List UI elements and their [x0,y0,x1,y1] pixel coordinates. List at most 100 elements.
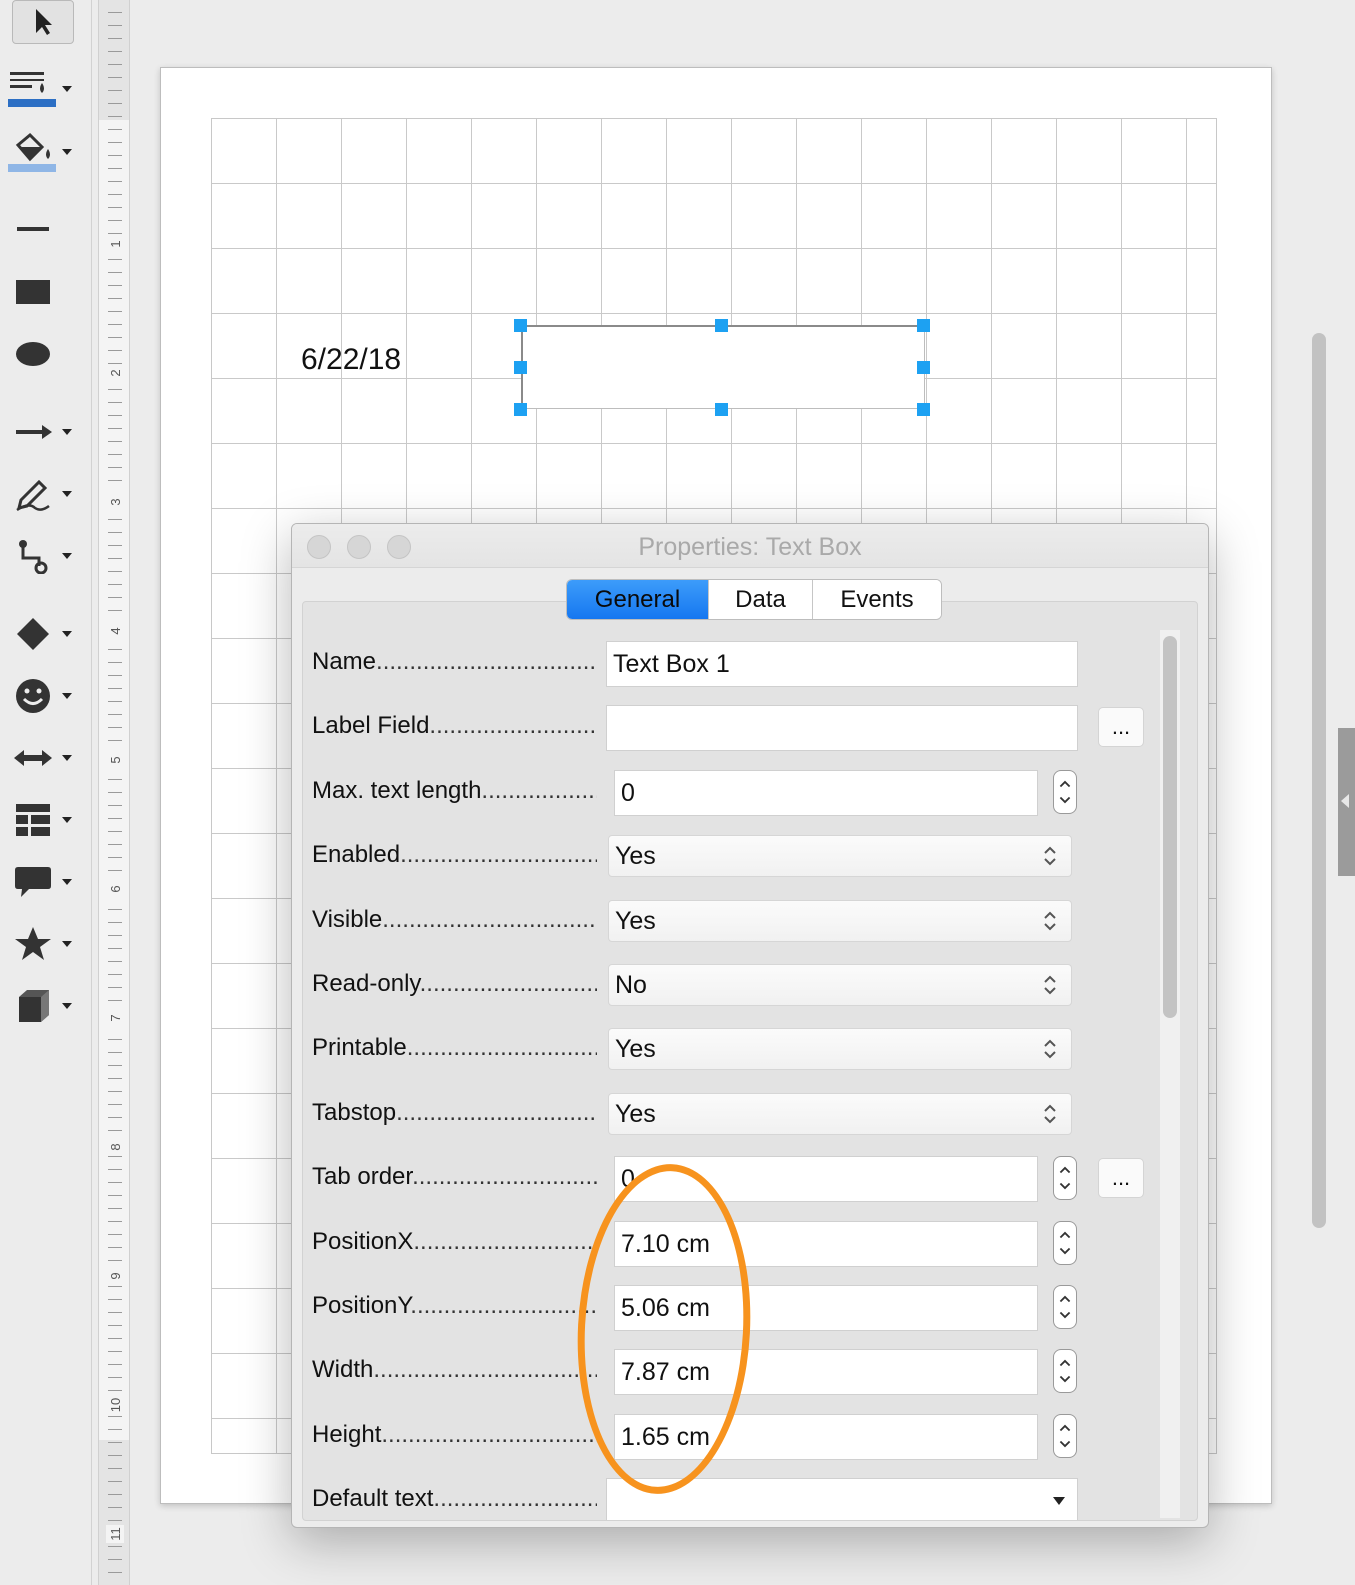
chevron-down-icon[interactable] [62,553,72,559]
selected-text-box[interactable] [521,325,925,409]
label-field-input[interactable] [606,705,1078,751]
width-stepper[interactable] [1053,1349,1077,1393]
property-row-printable: Printable Yes [303,1024,1183,1074]
tab-order-input[interactable]: 0 [614,1156,1038,1202]
chevron-updown-icon [1043,1103,1057,1125]
chevron-down-icon[interactable] [62,879,72,885]
positiony-stepper[interactable] [1053,1285,1077,1329]
connector-tool[interactable] [8,534,78,578]
chevron-down-icon[interactable] [62,941,72,947]
property-label: Tabstop [312,1099,597,1129]
read-only-select[interactable]: No [608,964,1072,1006]
resize-handle-bottom[interactable] [715,403,728,416]
select-tool[interactable] [8,0,78,44]
callouts-tool[interactable] [8,860,78,904]
property-row-read-only: Read-only No [303,960,1183,1010]
document-scrollbar[interactable] [1312,333,1326,1228]
property-row-visible: Visible Yes [303,896,1183,946]
flowchart-tool[interactable] [8,798,78,842]
ruler-number: 2 [106,364,124,382]
chevron-down-icon[interactable] [62,817,72,823]
freeform-tool[interactable] [8,472,78,516]
smiley-icon [8,674,58,718]
chevron-down-icon[interactable] [1053,1497,1065,1505]
enabled-select[interactable]: Yes [608,835,1072,877]
date-field[interactable]: 6/22/18 [301,343,401,377]
default-text-input[interactable] [606,1478,1078,1520]
tabstop-select[interactable]: Yes [608,1093,1072,1135]
property-label: Width [312,1356,597,1386]
input-value: 7.10 cm [621,1229,710,1258]
drawing-toolbar [0,0,92,1585]
resize-handle-bottom-right[interactable] [917,403,930,416]
line-tool[interactable] [8,207,78,251]
chevron-down-icon[interactable] [62,755,72,761]
height-stepper[interactable] [1053,1414,1077,1458]
chevron-down-icon[interactable] [62,1003,72,1009]
basic-shapes-tool[interactable] [8,612,78,656]
double-arrow-icon [8,736,58,780]
max-text-length-input[interactable]: 0 [614,770,1038,816]
property-label-text: Visible [312,906,383,933]
property-label: Max. text length [312,777,597,807]
visible-select[interactable]: Yes [608,900,1072,942]
chevron-down-icon[interactable] [62,429,72,435]
fill-color-tool[interactable] [8,130,78,174]
panel-scroll-thumb[interactable] [1163,636,1177,1018]
tab-order-more-button[interactable]: ... [1098,1158,1144,1198]
printable-select[interactable]: Yes [608,1028,1072,1070]
chevron-down-icon[interactable] [62,693,72,699]
chevron-down-icon[interactable] [62,149,72,155]
fill-color-icon [8,130,58,174]
tab-order-stepper[interactable] [1053,1156,1077,1200]
tab-events[interactable]: Events [813,580,941,619]
3d-objects-tool[interactable] [8,984,78,1028]
block-arrows-tool[interactable] [8,736,78,780]
table-icon [8,798,58,842]
resize-handle-top[interactable] [715,319,728,332]
line-color-tool[interactable] [8,67,78,111]
width-input[interactable]: 7.87 cm [614,1349,1038,1395]
property-label: Height [312,1421,597,1451]
positionx-input[interactable]: 7.10 cm [614,1221,1038,1267]
chevron-down-icon[interactable] [62,86,72,92]
resize-handle-left[interactable] [514,361,527,374]
positionx-stepper[interactable] [1053,1221,1077,1265]
resize-handle-bottom-left[interactable] [514,403,527,416]
max-text-length-stepper[interactable] [1053,770,1077,814]
property-label-text: Default text [312,1485,434,1512]
property-label: Enabled [312,841,597,871]
dialog-titlebar[interactable]: Properties: Text Box [292,524,1208,568]
positiony-input[interactable]: 5.06 cm [614,1285,1038,1331]
rectangle-tool[interactable] [8,270,78,314]
property-label: Name [312,648,597,678]
property-label-text: Tab order [312,1163,413,1190]
property-row-enabled: Enabled Yes [303,831,1183,881]
chevron-down-icon[interactable] [62,491,72,497]
property-label-text: Printable [312,1034,407,1061]
ruler-number: 11 [106,1525,124,1543]
arrow-line-tool[interactable] [8,410,78,454]
resize-handle-top-right[interactable] [917,319,930,332]
resize-handle-top-left[interactable] [514,319,527,332]
tab-general[interactable]: General [567,580,709,619]
property-label-text: Height [312,1421,382,1448]
stars-tool[interactable] [8,922,78,966]
property-label-text: PositionY [312,1292,411,1319]
property-label: Printable [312,1034,597,1064]
vertical-ruler[interactable]: 1 2 3 4 5 6 7 8 9 10 11 [98,0,130,1585]
ruler-number: 10 [106,1396,124,1414]
ruler-number: 9 [106,1267,124,1285]
resize-handle-right[interactable] [917,361,930,374]
tab-data[interactable]: Data [709,580,813,619]
panel-scrollbar[interactable] [1160,630,1180,1518]
name-input[interactable]: Text Box 1 [606,641,1078,687]
height-input[interactable]: 1.65 cm [614,1414,1038,1460]
chevron-down-icon[interactable] [62,631,72,637]
select-value: Yes [615,906,656,935]
symbol-shapes-tool[interactable] [8,674,78,718]
label-field-more-button[interactable]: ... [1098,707,1144,747]
sidebar-toggle[interactable] [1338,728,1355,876]
property-label: PositionX [312,1228,597,1258]
ellipse-tool[interactable] [8,332,78,376]
